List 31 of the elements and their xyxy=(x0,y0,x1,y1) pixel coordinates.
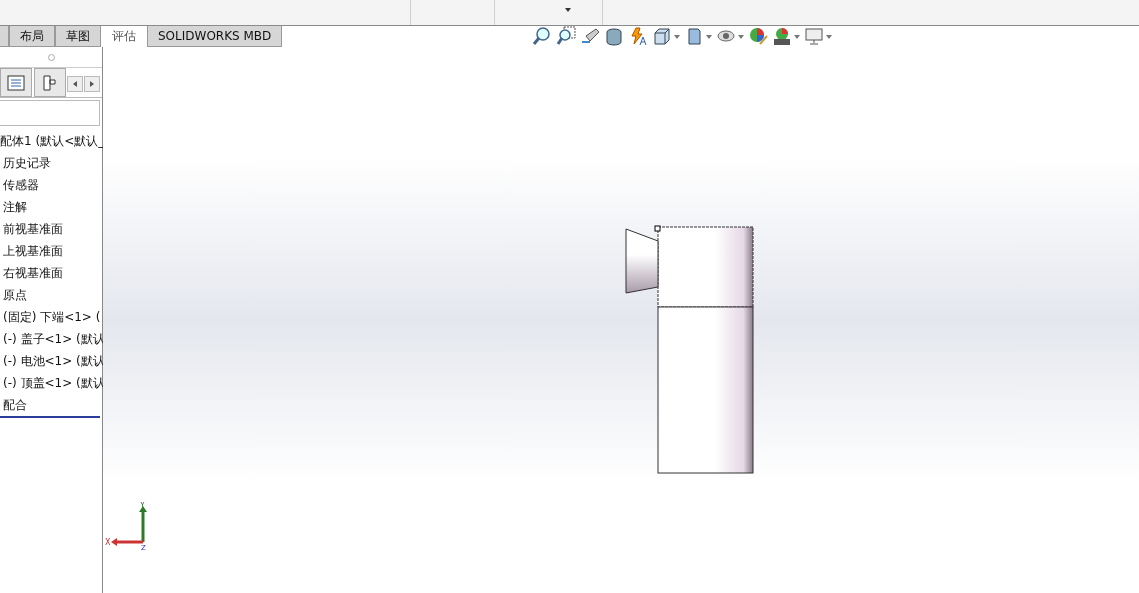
tree-item[interactable]: 前视基准面 xyxy=(0,218,102,240)
zoom-to-fit-icon xyxy=(532,26,552,46)
ribbon-tab[interactable]: SOLIDWORKS MBD xyxy=(147,26,283,47)
feature-manager-tab[interactable] xyxy=(0,68,32,97)
tree-item[interactable]: 历史记录 xyxy=(0,152,102,174)
scroll-right-button[interactable] xyxy=(84,76,100,92)
zoom-to-fit-button[interactable] xyxy=(532,26,552,46)
scroll-left-button[interactable] xyxy=(67,76,83,92)
tree-item[interactable]: 原点 xyxy=(0,284,102,306)
filter-field[interactable] xyxy=(0,100,100,126)
tree-item[interactable]: (-) 盖子<1> (默认 xyxy=(0,328,102,350)
monitor-icon xyxy=(804,26,832,46)
property-manager-tab[interactable] xyxy=(34,68,66,97)
caret-icon xyxy=(565,8,571,12)
tree-icon xyxy=(42,74,58,91)
tree-item[interactable]: 注解 xyxy=(0,196,102,218)
tree-item[interactable]: 上视基准面 xyxy=(0,240,102,262)
tree-item[interactable]: 配合 xyxy=(0,394,102,416)
ribbon-tab[interactable]: 布局 xyxy=(9,26,55,47)
right-arrow-icon xyxy=(90,81,94,87)
left-arrow-icon xyxy=(73,81,77,87)
tree-item[interactable]: (-) 电池<1> (默认 xyxy=(0,350,102,372)
tree-item[interactable]: (-) 顶盖<1> (默认 xyxy=(0,372,102,394)
zoom-area-icon xyxy=(556,26,576,46)
zoom-area-button[interactable] xyxy=(556,26,576,46)
tree-item[interactable]: (固定) 下端<1> ( xyxy=(0,306,102,328)
list-icon xyxy=(7,74,25,91)
monitor-button[interactable] xyxy=(804,26,832,46)
tree-item[interactable]: 右视基准面 xyxy=(0,262,102,284)
ribbon-tab[interactable]: 草图 xyxy=(55,26,101,47)
tree-item[interactable]: 传感器 xyxy=(0,174,102,196)
